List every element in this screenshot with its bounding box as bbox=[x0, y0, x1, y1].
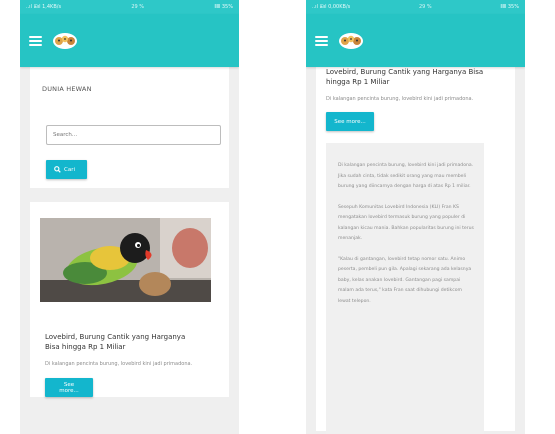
search-widget: Cari bbox=[30, 107, 229, 188]
paw-logo-icon[interactable] bbox=[52, 32, 78, 50]
main-card: DUNIA HEWAN Cari bbox=[30, 67, 229, 188]
phone-screen-left: ..ıl ⊞ıl 1,4KB/s 29 % ⅡⅢ 35% DUNIA HEWAN bbox=[20, 0, 239, 434]
article-body: Di kalangan pencinta burung, lovebird ki… bbox=[326, 143, 484, 434]
post-excerpt: Di kalangan pencinta burung, lovebird ki… bbox=[326, 96, 474, 102]
see-more-button[interactable]: See more... bbox=[45, 378, 93, 397]
status-signal: ..ıl ⊞ıl 0,00KB/s bbox=[312, 4, 351, 10]
search-icon bbox=[54, 166, 61, 173]
app-bar bbox=[306, 14, 525, 67]
status-right: ⅡⅢ 35% bbox=[214, 4, 233, 10]
search-button-label: Cari bbox=[64, 166, 75, 173]
article-paragraph: Di kalangan pencinta burung, lovebird ki… bbox=[338, 163, 474, 189]
post-title[interactable]: Lovebird, Burung Cantik yang Harganya Bi… bbox=[326, 67, 505, 87]
post-excerpt: Di kalangan pencinta burung, lovebird ki… bbox=[45, 361, 193, 367]
post-card: Lovebird, Burung Cantik yang Harganya Bi… bbox=[30, 202, 229, 397]
hamburger-icon[interactable] bbox=[315, 35, 328, 46]
hamburger-icon[interactable] bbox=[29, 35, 42, 46]
post-detail-card: Lovebird, Burung Cantik yang Harganya Bi… bbox=[316, 67, 515, 434]
search-input[interactable] bbox=[46, 125, 221, 145]
status-right: ⅡⅢ 35% bbox=[500, 4, 519, 10]
post-title[interactable]: Lovebird, Burung Cantik yang Harganya Bi… bbox=[38, 332, 221, 352]
status-bar: ..ıl ⊞ıl 1,4KB/s 29 % ⅡⅢ 35% bbox=[20, 0, 239, 14]
status-battery-temp: 29 % bbox=[418, 4, 432, 10]
phone-screen-right: ..ıl ⊞ıl 0,00KB/s 29 % ⅡⅢ 35% Lovebird, … bbox=[306, 0, 525, 434]
site-title: DUNIA HEWAN bbox=[42, 85, 92, 93]
paw-logo-icon[interactable] bbox=[338, 32, 364, 50]
section-divider bbox=[20, 188, 239, 202]
search-button[interactable]: Cari bbox=[46, 160, 87, 179]
lovebird-image[interactable] bbox=[40, 218, 211, 302]
status-signal: ..ıl ⊞ıl 1,4KB/s bbox=[26, 4, 62, 10]
article-paragraph: Sesepuh Komunitas Lovebird Indonesia (KL… bbox=[338, 204, 474, 242]
app-bar bbox=[20, 14, 239, 67]
article-paragraph: "Kalau di gantangan, lovebird tetap nomo… bbox=[338, 256, 472, 304]
status-battery-temp: 29 % bbox=[131, 4, 145, 10]
see-more-button[interactable]: See more... bbox=[326, 112, 374, 131]
status-bar: ..ıl ⊞ıl 0,00KB/s 29 % ⅡⅢ 35% bbox=[306, 0, 525, 14]
